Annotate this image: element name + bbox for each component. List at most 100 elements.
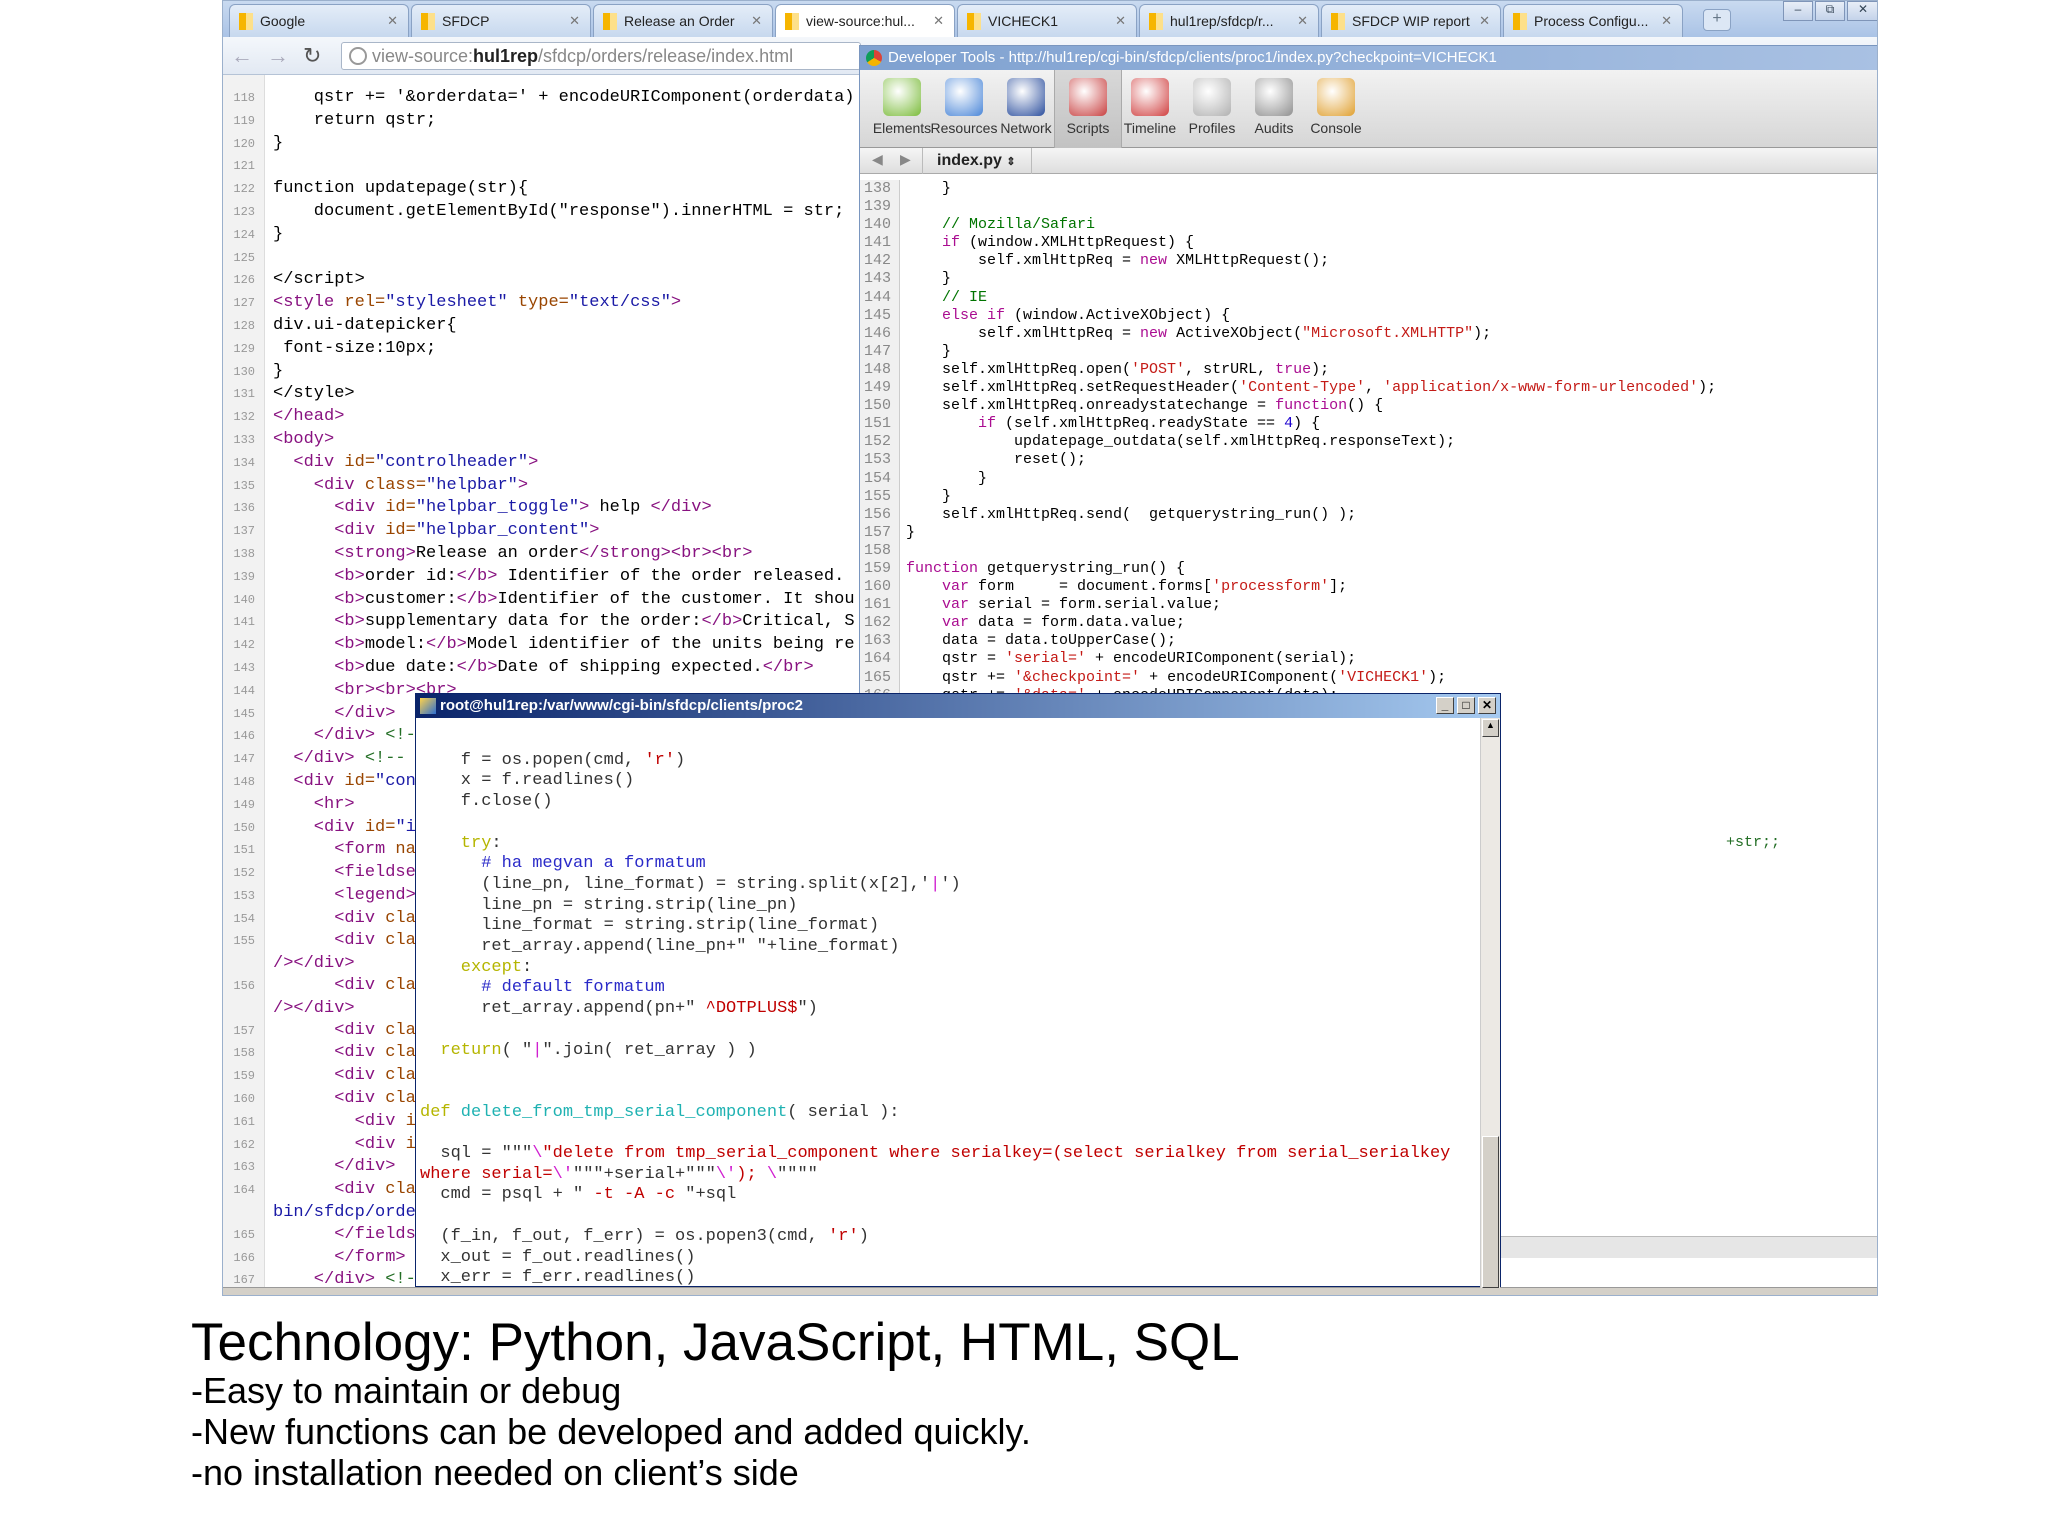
code-token: 4 [1284,415,1294,433]
code-token: } [273,224,284,244]
terminal-maximize-button[interactable]: □ [1457,697,1475,714]
tab-label: VICHECK1 [988,13,1059,29]
line-number: 159 [860,559,900,579]
code-line: 141 <b>supplementary data for the order:… [223,611,855,634]
devtools-tab-profiles[interactable]: Profiles [1178,70,1246,148]
line-text: self.xmlHttpReq.send( getquerystring_run… [906,506,1356,523]
scroll-up-icon[interactable]: ▲ [1482,719,1499,737]
scripts-icon [1069,78,1107,116]
terminal-close-button[interactable]: ✕ [1478,697,1496,714]
code-token: } [906,342,952,360]
code-token: rel= [344,293,386,313]
tab-label: Process Configu... [1534,13,1649,29]
code-token: </b> [426,635,467,655]
profiles-icon [1193,78,1231,116]
line-text: </div> <!-- [265,749,405,768]
line-number: 146 [860,324,900,343]
tab-0[interactable]: Google ✕ [229,4,409,37]
slide-bullet: -New functions can be developed and adde… [191,1411,1031,1452]
tab-close-icon[interactable]: ✕ [569,13,580,29]
devtools-tab-resources[interactable]: Resources [930,70,998,148]
back-arrow-icon[interactable]: ◀ [872,151,883,168]
tab-close-icon[interactable]: ✕ [1479,13,1490,29]
code-token: \' [715,1164,737,1184]
code-token: line_format = string.strip(line_format) [420,916,880,936]
code-token: <div [273,817,365,837]
devtools-tab-scripts[interactable]: Scripts [1054,70,1122,148]
tab-close-icon[interactable]: ✕ [387,13,398,29]
forward-arrow-icon[interactable]: ▶ [900,151,911,168]
devtools-tab-elements[interactable]: Elements [868,70,936,148]
code-line [420,1206,1450,1227]
minimize-button[interactable]: – [1783,1,1813,21]
code-token: 'application/x-www-form-urlencoded' [1383,379,1699,397]
code-token: (self.xmlHttpReq.readyState == [996,415,1285,433]
script-file-name: index.py [937,152,1002,169]
code-line: 124} [223,224,855,247]
devtools-tab-label: Network [1000,120,1052,136]
code-token: font-size:10px; [273,338,437,358]
code-token: Identifier of the order released. [497,566,845,586]
line-text: </fields [265,1225,416,1244]
line-text: } [906,524,915,541]
tab-4[interactable]: VICHECK1 ✕ [957,4,1137,37]
line-text: <div cla [265,1066,416,1085]
devtools-tab-network[interactable]: Network [992,70,1060,148]
code-token: <div [273,976,386,996]
back-icon[interactable]: ← [231,43,253,69]
devtools-toolbar: Elements Resources Network Scripts Timeline P… [860,70,1877,148]
code-token: cla [385,1180,416,1200]
scrollbar-thumb[interactable] [1482,1136,1499,1288]
line-number: 121 [233,159,255,174]
line-text: line_pn = string.strip(line_pn) [420,896,797,915]
tab-1[interactable]: SFDCP ✕ [411,4,591,37]
code-line: 140 // Mozilla/Safari [860,216,1716,235]
code-token: : [522,957,533,977]
tab-close-icon[interactable]: ✕ [933,13,944,29]
close-window-button[interactable]: ✕ [1847,1,1877,21]
code-token: ) [675,750,686,770]
tab-5[interactable]: hul1rep/sfdcp/r... ✕ [1139,4,1319,37]
code-token: XMLHttpRequest(); [1167,252,1330,270]
restore-button[interactable]: ⧉ [1815,1,1845,21]
reload-icon[interactable]: ↻ [303,43,321,69]
code-token: customer: [364,589,457,609]
code-line: 143 } [860,270,1716,289]
devtools-tab-audits[interactable]: Audits [1240,70,1308,148]
tab-close-icon[interactable]: ✕ [1115,13,1126,29]
devtools-tab-console[interactable]: Console [1302,70,1370,148]
terminal-scrollbar[interactable]: ▲ [1480,718,1500,1288]
page-info-icon[interactable] [349,47,367,65]
line-number: 153 [233,888,255,903]
tab-6[interactable]: SFDCP WIP report ✕ [1321,4,1501,37]
tab-close-icon[interactable]: ✕ [1661,13,1672,29]
new-tab-button[interactable]: + [1703,9,1731,31]
devtools-title: Developer Tools - http://hul1rep/cgi-bin… [888,49,1497,66]
line-text: <div cla [265,1089,416,1108]
forward-icon[interactable]: → [267,43,289,69]
code-token: cla [385,1043,416,1063]
resources-icon [945,78,983,116]
code-token: document.getElementById("response").inne… [273,201,845,221]
address-bar[interactable]: view-source:hul1rep/sfdcp/orders/release… [341,42,861,70]
terminal-minimize-button[interactable]: _ [1436,697,1454,714]
slide-title: Technology: Python, JavaScript, HTML, SQ… [191,1313,1240,1372]
tab-7[interactable]: Process Configu... ✕ [1503,4,1683,37]
tab-close-icon[interactable]: ✕ [751,13,762,29]
code-token: self.xmlHttpReq = [906,324,1141,342]
tab-2[interactable]: Release an Order ✕ [593,4,773,37]
devtools-tab-timeline[interactable]: Timeline [1116,70,1184,148]
tab-3[interactable]: view-source:hul... ✕ [775,4,955,37]
tab-label: Google [260,13,306,29]
code-token: <b> [273,589,365,609]
script-file-select[interactable]: index.py ⇕ [922,148,1032,174]
tab-close-icon[interactable]: ✕ [1297,13,1308,29]
line-text: try: [420,834,502,853]
url-scheme: view-source: [372,46,474,66]
code-token: // IE [906,288,988,306]
code-token: \ [766,1164,778,1184]
code-line: 138 <strong>Release an order</strong><br… [223,543,855,566]
line-text: <b>order id:</b> Identifier of the order… [265,567,844,586]
code-token: "helpbar_toggle" [415,498,580,518]
code-token: true [1275,360,1312,378]
